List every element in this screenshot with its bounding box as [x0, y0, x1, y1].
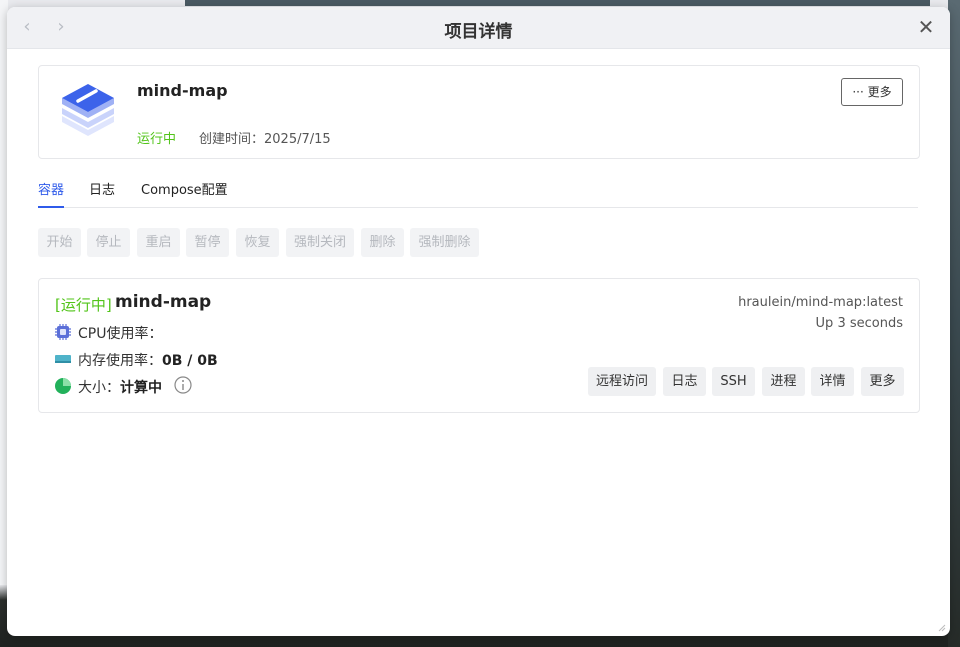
- cpu-chip-icon: [55, 324, 71, 340]
- stop-button[interactable]: 停止: [87, 228, 130, 257]
- start-button[interactable]: 开始: [38, 228, 81, 257]
- desktop-background-strip: [185, 0, 930, 6]
- container-logs-button[interactable]: 日志: [663, 367, 706, 396]
- container-more-button[interactable]: 更多: [861, 367, 904, 396]
- size-row: 大小：计算中: [55, 376, 355, 396]
- tab-bar: 容器 日志 Compose配置: [38, 177, 918, 208]
- remote-access-button[interactable]: 远程访问: [588, 367, 656, 396]
- ssh-button[interactable]: SSH: [712, 367, 755, 396]
- project-name: mind-map: [137, 81, 228, 100]
- tab-compose-config[interactable]: Compose配置: [141, 179, 228, 206]
- restart-button[interactable]: 重启: [137, 228, 180, 257]
- tab-logs[interactable]: 日志: [89, 179, 115, 206]
- force-stop-button[interactable]: 强制关闭: [286, 228, 354, 257]
- project-header-card: mind-map 运行中 创建时间：2025/7/15 ··· 更多: [38, 65, 920, 159]
- size-text: 大小：计算中: [78, 377, 162, 397]
- size-value: 计算中: [120, 380, 162, 396]
- memory-usage-text: 内存使用率：0B / 0B: [78, 350, 218, 370]
- project-detail-window: ‹ › 项目详情 ✕ mind-map 运行中 创建时间：2025/7/15 ·…: [7, 7, 950, 636]
- memory-usage-row: 内存使用率：0B / 0B: [55, 349, 355, 369]
- window-title: 项目详情: [444, 22, 513, 42]
- resume-button[interactable]: 恢复: [236, 228, 279, 257]
- container-status: [运行中]: [55, 296, 112, 314]
- cpu-usage-label: CPU使用率：: [78, 326, 163, 342]
- project-more-button[interactable]: ··· 更多: [841, 78, 903, 106]
- memory-usage-label: 内存使用率：: [78, 353, 162, 369]
- cpu-usage-row: CPU使用率：: [55, 322, 355, 342]
- size-label: 大小：: [78, 380, 120, 396]
- tab-containers[interactable]: 容器: [38, 179, 65, 208]
- memory-usage-value: 0B / 0B: [162, 353, 218, 369]
- memory-stick-icon: [55, 355, 71, 363]
- close-button[interactable]: ✕: [914, 15, 938, 39]
- project-created-time: 创建时间：2025/7/15: [199, 132, 331, 147]
- project-status: 运行中: [137, 132, 177, 147]
- container-name: mind-map: [115, 292, 212, 312]
- container-image: hraulein/mind-map:latest: [738, 295, 903, 310]
- details-button[interactable]: 详情: [811, 367, 854, 396]
- pause-button[interactable]: 暂停: [186, 228, 229, 257]
- force-delete-button[interactable]: 强制删除: [410, 228, 479, 257]
- container-uptime: Up 3 seconds: [815, 316, 903, 331]
- title-bar: ‹ › 项目详情 ✕: [7, 7, 950, 49]
- delete-button[interactable]: 删除: [361, 228, 404, 257]
- processes-button[interactable]: 进程: [762, 367, 805, 396]
- stack-layers-icon: [62, 84, 114, 136]
- pie-chart-icon: [55, 378, 71, 394]
- container-card: [运行中] mind-map hraulein/mind-map:latest …: [38, 278, 920, 413]
- resize-grip-icon[interactable]: [936, 622, 946, 632]
- info-icon[interactable]: [174, 376, 192, 394]
